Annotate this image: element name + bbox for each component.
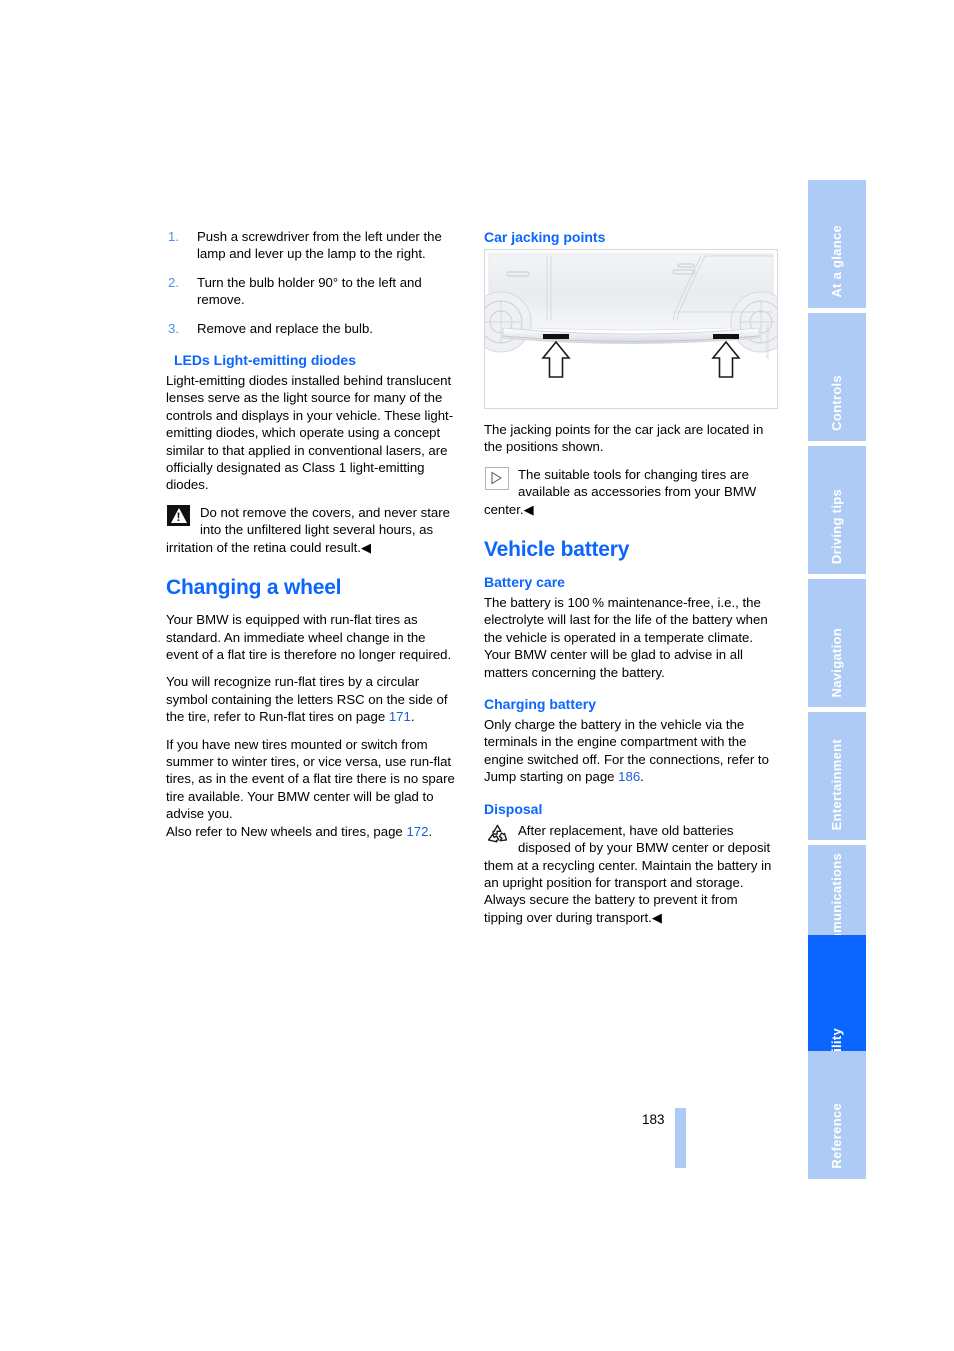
disposal-note-text: After replacement, have old batteries di…: [484, 822, 772, 925]
heading-leds: LEDs Light-emitting diodes: [174, 352, 356, 369]
bulb-replacement-steps: 1. Push a screwdriver from the left unde…: [166, 228, 458, 337]
disposal-note: After replacement, have old batteries di…: [484, 822, 776, 926]
warning-triangle-icon: [167, 504, 192, 528]
jacking-point-marker-front: [543, 334, 569, 339]
tab-label: Driving tips: [829, 488, 844, 564]
heading-changing-a-wheel: Changing a wheel: [166, 576, 342, 600]
tab-controls[interactable]: Controls: [808, 313, 866, 441]
warning-note-text: Do not remove the covers, and never star…: [166, 504, 450, 555]
charging-battery-paragraph: Only charge the battery in the vehicle v…: [484, 716, 776, 786]
list-item: 1. Push a screwdriver from the left unde…: [166, 228, 458, 263]
tab-driving-tips[interactable]: Driving tips: [808, 446, 866, 574]
changing-wheel-paragraph-4: Also refer to New wheels and tires, page…: [166, 823, 458, 840]
manual-page: At a glance Controls Driving tips Naviga…: [0, 0, 954, 1351]
battery-care-paragraph-2: Your BMW center will be glad to advise i…: [484, 647, 743, 680]
tab-label: Navigation: [829, 627, 844, 697]
jacking-point-arrow-front: [541, 340, 571, 378]
tab-label: Entertainment: [829, 738, 844, 830]
tab-at-a-glance[interactable]: At a glance: [808, 180, 866, 308]
step-number: 3.: [168, 320, 179, 336]
list-item: 2. Turn the bulb holder 90° to the left …: [166, 274, 458, 309]
list-item: 3. Remove and replace the bulb.: [166, 320, 458, 337]
tab-navigation[interactable]: Navigation: [808, 579, 866, 707]
step-text: Turn the bulb holder 90° to the left and…: [197, 274, 422, 308]
section-tab-rail: At a glance Controls Driving tips Naviga…: [808, 180, 866, 1179]
changing-wheel-paragraph-1: Your BMW is equipped with run-flat tires…: [166, 612, 452, 662]
tab-label: Reference: [829, 1103, 844, 1169]
step-text: Push a screwdriver from the left under t…: [197, 229, 442, 262]
info-note-text: The suitable tools for changing tires ar…: [484, 466, 757, 517]
text: .: [410, 709, 415, 725]
heading-vehicle-battery: Vehicle battery: [484, 538, 630, 562]
warning-note-leds: Do not remove the covers, and never star…: [166, 504, 458, 556]
page-number: 183: [642, 1112, 665, 1127]
step-number: 1.: [168, 229, 179, 244]
tab-label: At a glance: [829, 225, 844, 298]
car-jacking-points-illustration: VW/H/2233AW: [484, 249, 778, 409]
heading-car-jacking-points: Car jacking points: [484, 229, 606, 245]
figure-id-label: VW/H/2233AW: [765, 324, 770, 360]
note-triangle-icon: [485, 466, 510, 490]
heading-battery-care: Battery care: [484, 574, 565, 591]
jacking-point-arrow-rear: [711, 340, 741, 378]
changing-wheel-paragraph-3: If you have new tires mounted or switch …: [166, 736, 455, 822]
step-text: Remove and replace the bulb.: [197, 320, 373, 336]
left-column: 1. Push a screwdriver from the left unde…: [166, 228, 458, 850]
info-note-tools: The suitable tools for changing tires ar…: [484, 466, 776, 518]
page-reference-171[interactable]: 171: [389, 709, 411, 724]
tab-reference[interactable]: Reference: [808, 1051, 866, 1179]
jacking-body-text: The jacking points for the car jack are …: [484, 422, 764, 455]
battery-care-paragraph-1: The battery is 100 % maintenance-free, i…: [484, 595, 768, 645]
heading-charging-battery: Charging battery: [484, 696, 597, 713]
jacking-point-marker-rear: [713, 334, 739, 339]
page-number-bar: [675, 1108, 686, 1168]
car-side-profile-diagram: [485, 253, 777, 378]
changing-wheel-paragraph-2: You will recognize run-flat tires by a c…: [166, 673, 458, 725]
heading-disposal: Disposal: [484, 800, 543, 817]
page-reference-172[interactable]: 172: [406, 824, 428, 839]
text: Also refer to New wheels and tires, page: [166, 823, 407, 839]
leds-body-text: Light-emitting diodes installed behind t…: [166, 373, 454, 493]
tab-entertainment[interactable]: Entertainment: [808, 712, 866, 840]
step-number: 2.: [168, 274, 179, 290]
tab-label: Controls: [829, 375, 844, 431]
page-reference-186[interactable]: 186: [618, 769, 640, 784]
right-column: Car jacking points VW/H/2233AW The jacki…: [484, 228, 778, 936]
text: .: [640, 769, 644, 785]
recycle-icon: [485, 823, 510, 846]
text: .: [428, 823, 433, 839]
